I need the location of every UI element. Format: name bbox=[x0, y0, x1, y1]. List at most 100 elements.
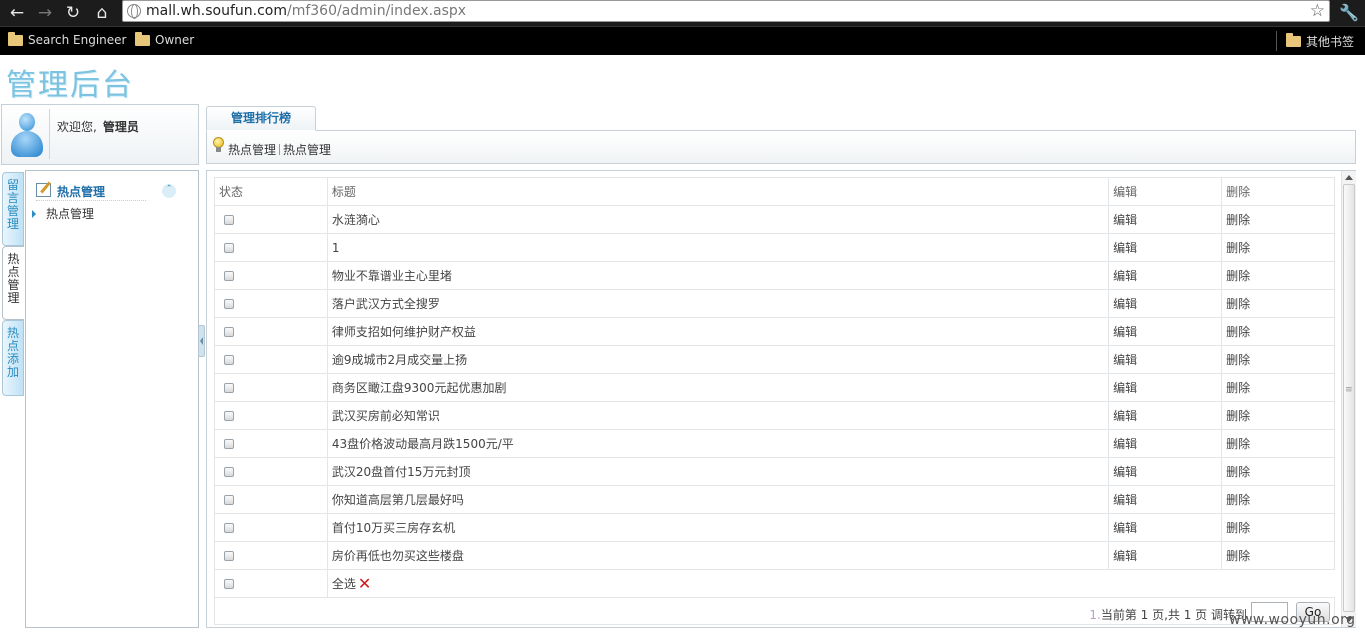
edit-link[interactable]: 编辑 bbox=[1108, 317, 1223, 346]
row-checkbox[interactable] bbox=[224, 411, 234, 421]
panel-splitter-handle[interactable] bbox=[198, 325, 205, 357]
table-row: 落户武汉方式全搜罗 编辑 删除 bbox=[214, 289, 1335, 318]
vertical-scrollbar[interactable] bbox=[1341, 171, 1356, 627]
back-arrow-icon[interactable]: ← bbox=[6, 2, 28, 24]
menu-header: 热点管理 bbox=[36, 181, 146, 201]
collapse-up-icon[interactable]: ˆ bbox=[162, 184, 176, 198]
delete-selected-icon[interactable]: ✕ bbox=[358, 576, 371, 592]
menu-item-hotspot-management[interactable]: 热点管理 bbox=[32, 205, 94, 222]
title-cell: 你知道高层第几层最好吗 bbox=[326, 485, 1110, 514]
url-text[interactable]: mall.wh.soufun.com/mf360/admin/index.asp… bbox=[146, 3, 466, 19]
delete-link[interactable]: 删除 bbox=[1221, 401, 1335, 430]
select-all-label[interactable]: 全选 bbox=[332, 577, 356, 591]
other-bookmarks[interactable]: 其他书签 bbox=[1286, 33, 1354, 50]
side-tab-message-management[interactable]: 留 言 管 理 bbox=[2, 172, 24, 246]
delete-link[interactable]: 删除 bbox=[1221, 429, 1335, 458]
scroll-up-arrow-icon[interactable] bbox=[1342, 172, 1356, 184]
page-number-link[interactable]: 1. bbox=[1089, 608, 1100, 622]
edit-link[interactable]: 编辑 bbox=[1108, 345, 1223, 374]
bookmark-folder-owner[interactable]: Owner bbox=[135, 31, 195, 47]
status-cell bbox=[214, 205, 328, 234]
row-checkbox[interactable] bbox=[224, 523, 234, 533]
side-tab-hotspot-management[interactable]: 热 点 管 理 bbox=[2, 246, 24, 320]
table-header-row: 状态 标题 编辑 删除 bbox=[214, 177, 1335, 206]
delete-link[interactable]: 删除 bbox=[1221, 205, 1335, 234]
edit-link[interactable]: 编辑 bbox=[1108, 485, 1223, 514]
edit-link[interactable]: 编辑 bbox=[1108, 513, 1223, 542]
forward-arrow-icon[interactable]: → bbox=[34, 2, 56, 24]
row-checkbox[interactable] bbox=[224, 355, 234, 365]
row-checkbox[interactable] bbox=[224, 299, 234, 309]
delete-link[interactable]: 删除 bbox=[1221, 261, 1335, 290]
delete-link[interactable]: 删除 bbox=[1221, 317, 1335, 346]
select-all-checkbox[interactable] bbox=[224, 579, 234, 589]
edit-link[interactable]: 编辑 bbox=[1108, 205, 1223, 234]
bookmarks-divider bbox=[1276, 31, 1277, 51]
delete-link[interactable]: 删除 bbox=[1221, 345, 1335, 374]
url-host: mall.wh.soufun.com bbox=[146, 3, 287, 19]
row-checkbox[interactable] bbox=[224, 271, 234, 281]
side-tab-hotspot-add[interactable]: 热 点 添 加 bbox=[2, 320, 24, 396]
title-cell: 房价再低也勿买这些楼盘 bbox=[326, 541, 1110, 570]
content-tab-strip: 管理排行榜 bbox=[206, 106, 1356, 131]
edit-link[interactable]: 编辑 bbox=[1108, 233, 1223, 262]
bookmark-star-icon[interactable]: ☆ bbox=[1310, 1, 1325, 21]
status-cell bbox=[214, 345, 328, 374]
bookmark-folder-search-engineer[interactable]: Search Engineer bbox=[8, 31, 126, 47]
title-cell: 律师支招如何维护财产权益 bbox=[326, 317, 1110, 346]
reload-icon[interactable]: ↻ bbox=[62, 2, 84, 24]
site-title: 管理后台 bbox=[6, 68, 134, 103]
status-cell bbox=[214, 541, 328, 570]
edit-link[interactable]: 编辑 bbox=[1108, 289, 1223, 318]
other-bookmarks-label: 其他书签 bbox=[1306, 35, 1355, 49]
column-header-title: 标题 bbox=[326, 177, 1110, 206]
row-checkbox[interactable] bbox=[224, 439, 234, 449]
breadcrumb-item[interactable]: 热点管理 bbox=[283, 143, 331, 157]
row-checkbox[interactable] bbox=[224, 383, 234, 393]
menu-item-label: 热点管理 bbox=[46, 207, 95, 221]
side-tab-char: 理 bbox=[6, 217, 19, 231]
delete-link[interactable]: 删除 bbox=[1221, 541, 1335, 570]
title-cell: 逾9成城市2月成交量上扬 bbox=[326, 345, 1110, 374]
edit-link[interactable]: 编辑 bbox=[1108, 401, 1223, 430]
lightbulb-icon bbox=[213, 137, 224, 152]
status-cell bbox=[214, 401, 328, 430]
wrench-menu-icon[interactable]: 🔧 bbox=[1338, 2, 1360, 24]
folder-icon bbox=[8, 31, 23, 46]
row-checkbox[interactable] bbox=[224, 243, 234, 253]
row-checkbox[interactable] bbox=[224, 215, 234, 225]
row-checkbox[interactable] bbox=[224, 327, 234, 337]
breadcrumb-item[interactable]: 热点管理 bbox=[228, 143, 276, 157]
tab-ranking-management[interactable]: 管理排行榜 bbox=[206, 106, 316, 131]
welcome-box: 欢迎您, 管理员 bbox=[1, 104, 199, 165]
pagination-summary: 1.当前第 1 页,共 1 页 调转到 bbox=[1089, 606, 1247, 623]
delete-link[interactable]: 删除 bbox=[1221, 233, 1335, 262]
scrollbar-thumb[interactable] bbox=[1343, 184, 1355, 612]
edit-link[interactable]: 编辑 bbox=[1108, 261, 1223, 290]
edit-link[interactable]: 编辑 bbox=[1108, 541, 1223, 570]
delete-link[interactable]: 删除 bbox=[1221, 373, 1335, 402]
row-checkbox[interactable] bbox=[224, 495, 234, 505]
address-bar[interactable]: mall.wh.soufun.com/mf360/admin/index.asp… bbox=[122, 0, 1330, 22]
status-cell bbox=[214, 233, 328, 262]
edit-link[interactable]: 编辑 bbox=[1108, 457, 1223, 486]
welcome-text: 欢迎您, 管理员 bbox=[57, 118, 139, 135]
edit-link[interactable]: 编辑 bbox=[1108, 373, 1223, 402]
home-icon[interactable]: ⌂ bbox=[91, 2, 113, 24]
bookmark-label: Owner bbox=[155, 33, 195, 47]
select-all-cell: 全选 ✕ bbox=[326, 569, 1335, 598]
delete-link[interactable]: 删除 bbox=[1221, 289, 1335, 318]
content-frame: 状态 标题 编辑 删除 水涟漪心 编辑 删除 1 编辑 删除 物业不靠谱业主心里堵 编辑 删除落… bbox=[206, 170, 1356, 628]
edit-link[interactable]: 编辑 bbox=[1108, 429, 1223, 458]
delete-link[interactable]: 删除 bbox=[1221, 457, 1335, 486]
title-cell: 1 bbox=[326, 233, 1110, 262]
delete-link[interactable]: 删除 bbox=[1221, 485, 1335, 514]
table-row: 武汉买房前必知常识 编辑 删除 bbox=[214, 401, 1335, 430]
welcome-greeting: 欢迎您, bbox=[57, 120, 97, 134]
row-checkbox[interactable] bbox=[224, 467, 234, 477]
row-checkbox[interactable] bbox=[224, 551, 234, 561]
delete-link[interactable]: 删除 bbox=[1221, 513, 1335, 542]
table-row: 首付10万买三房存玄机 编辑 删除 bbox=[214, 513, 1335, 542]
user-avatar-icon bbox=[6, 111, 48, 159]
table-row: 律师支招如何维护财产权益 编辑 删除 bbox=[214, 317, 1335, 346]
